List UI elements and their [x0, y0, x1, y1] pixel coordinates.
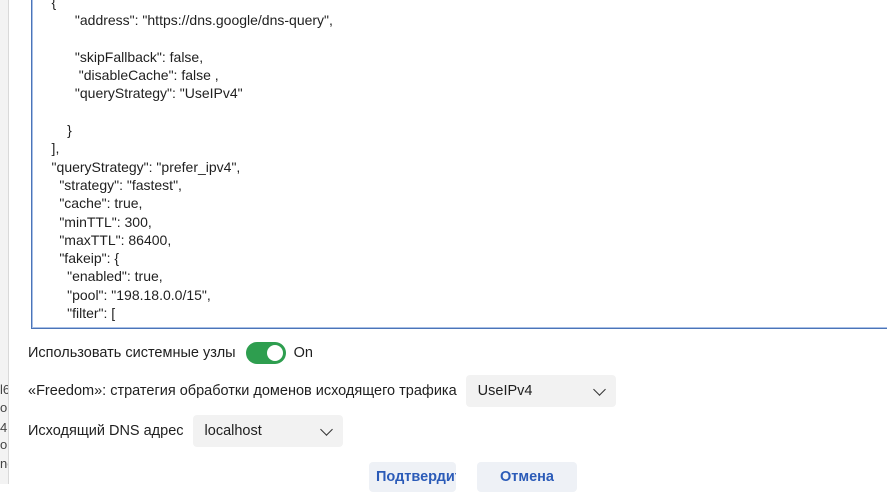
code-line: }: [36, 122, 72, 139]
outbound-dns-value: localhost: [204, 423, 262, 439]
code-line: "address": "https://dns.google/dns-query…: [36, 12, 333, 29]
system-hosts-row: Использовать системные узлы On: [28, 341, 313, 365]
code-line: "filter": [: [36, 305, 116, 322]
freedom-strategy-select[interactable]: UseIPv4: [465, 375, 616, 407]
code-line: "maxTTL": 86400,: [36, 231, 172, 248]
dns-config-editor[interactable]: { "address": "https://dns.google/dns-que…: [31, 0, 887, 329]
outbound-dns-row: Исходящий DNS адрес localhost: [28, 415, 343, 447]
code-line: "fakeip": {: [36, 250, 120, 267]
system-hosts-label: Использовать системные узлы: [28, 345, 236, 361]
code-line: "cache": true,: [36, 195, 143, 212]
code-line: "disableCache": false ,: [36, 67, 219, 84]
outbound-dns-label: Исходящий DNS адрес: [28, 423, 184, 439]
clipped-text: ol: [0, 400, 8, 415]
toggle-state-label: On: [293, 345, 313, 361]
clipped-text: 4: [0, 420, 8, 435]
cancel-button[interactable]: Отмена: [477, 462, 577, 492]
freedom-strategy-value: UseIPv4: [477, 383, 533, 399]
clipped-text: ne: [0, 456, 8, 471]
clipped-text: l6: [0, 382, 8, 397]
freedom-strategy-row: «Freedom»: стратегия обработки доменов и…: [28, 375, 616, 407]
code-line: "queryStrategy": "UseIPv4": [36, 85, 243, 102]
clipped-text: ol: [0, 437, 8, 452]
code-line: {: [36, 0, 57, 10]
confirm-button-label: Подтвердить: [376, 469, 456, 485]
freedom-strategy-label: «Freedom»: стратегия обработки доменов и…: [28, 383, 457, 399]
code-line: ],: [36, 140, 60, 157]
confirm-button[interactable]: Подтвердить: [369, 462, 456, 492]
chevron-down-icon: [592, 383, 606, 396]
background-window-edge: l6 ol 4 ol ne: [0, 0, 9, 484]
code-line: "minTTL": 300,: [36, 213, 152, 230]
toggle-knob: [266, 345, 283, 361]
json-code: { "address": "https://dns.google/dns-que…: [36, 0, 333, 322]
system-hosts-toggle[interactable]: [245, 342, 286, 364]
code-line: "queryStrategy": "prefer_ipv4",: [36, 158, 241, 175]
code-line: "strategy": "fastest",: [36, 176, 182, 193]
code-line: "skipFallback": false,: [36, 48, 204, 65]
outbound-dns-select[interactable]: localhost: [192, 415, 343, 447]
chevron-down-icon: [319, 423, 333, 436]
cancel-button-label: Отмена: [500, 469, 554, 485]
code-line: "pool": "198.18.0.0/15",: [36, 286, 211, 303]
code-line: "enabled": true,: [36, 268, 163, 285]
